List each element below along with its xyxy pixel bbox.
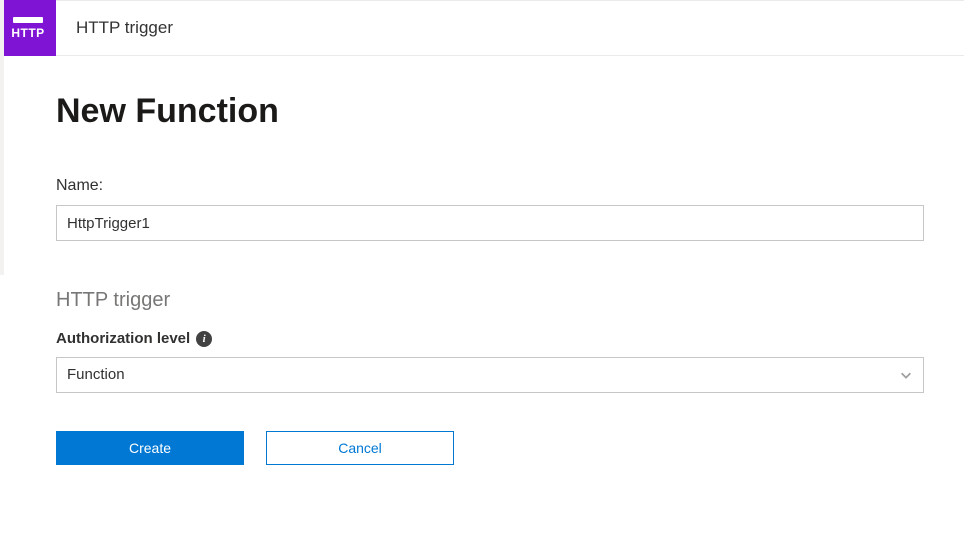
auth-level-value: Function: [67, 358, 125, 392]
http-trigger-icon: HTTP: [0, 0, 56, 56]
button-row: Create Cancel: [56, 431, 924, 465]
left-rail: [0, 0, 4, 275]
auth-level-select[interactable]: Function: [56, 357, 924, 393]
name-label: Name:: [56, 177, 924, 195]
form-area: New Function Name: HTTP trigger Authoriz…: [0, 56, 964, 465]
page-title: New Function: [56, 92, 924, 131]
name-input[interactable]: [56, 205, 924, 241]
auth-level-label: Authorization level i: [56, 330, 924, 347]
auth-label-text: Authorization level: [56, 330, 190, 347]
info-icon[interactable]: i: [196, 331, 212, 347]
chevron-down-icon: [899, 368, 913, 382]
create-button[interactable]: Create: [56, 431, 244, 465]
http-badge-text: HTTP: [11, 26, 44, 40]
cancel-button[interactable]: Cancel: [266, 431, 454, 465]
header-title: HTTP trigger: [56, 18, 173, 38]
section-title: HTTP trigger: [56, 289, 924, 312]
page-header: HTTP HTTP trigger: [0, 0, 964, 56]
